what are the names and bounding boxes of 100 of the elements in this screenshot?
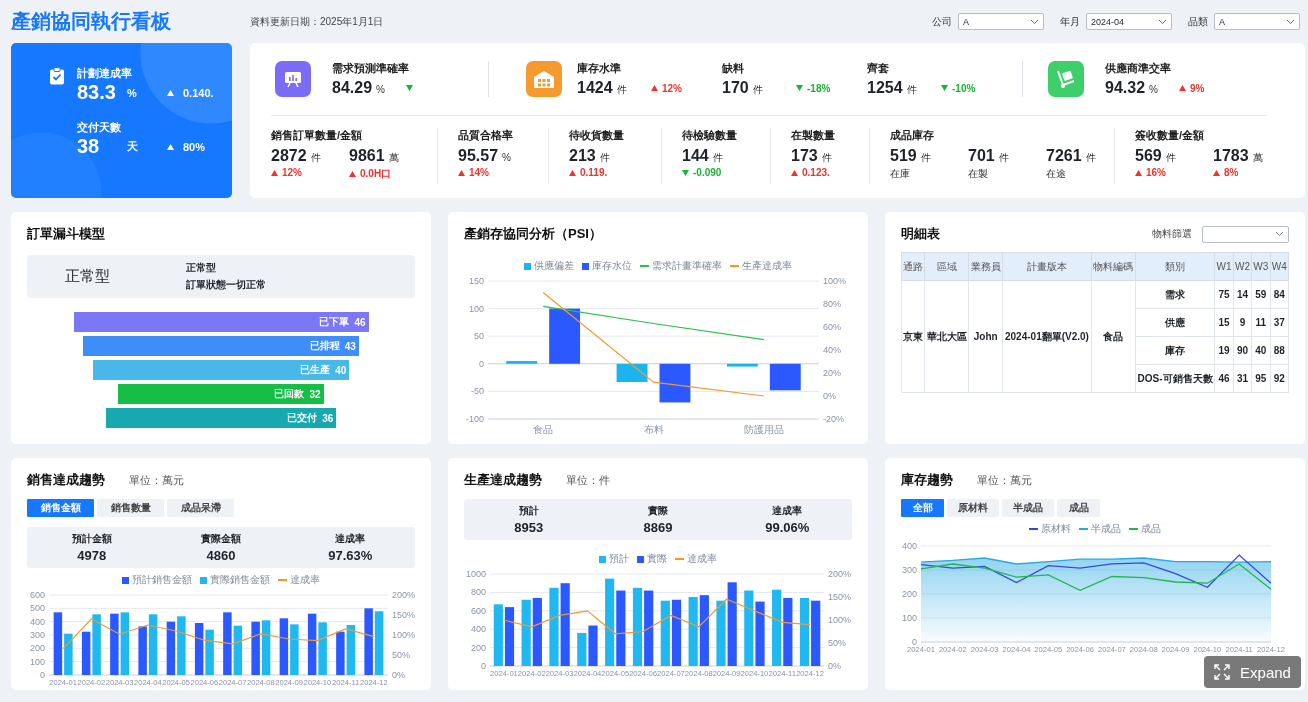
- axis-label: 80%: [823, 299, 841, 309]
- legend-label[interactable]: 生產達成率: [742, 259, 792, 273]
- kpi-unit: 件: [599, 151, 610, 165]
- chart-bar: [364, 608, 373, 675]
- kpi-note: 在製: [968, 167, 988, 181]
- stat-value: 97.63%: [328, 548, 373, 563]
- funnel-label: 已排程: [309, 339, 340, 353]
- filter-select[interactable]: A: [958, 13, 1044, 30]
- metric-label: 交付天數: [77, 120, 122, 135]
- kpi-unit: 萬: [388, 151, 399, 165]
- chart-bar: [588, 625, 598, 666]
- legend-label[interactable]: 達成率: [290, 573, 320, 587]
- kpi-change: 12%: [662, 82, 682, 94]
- axis-label: 150%: [828, 592, 852, 602]
- stat-value: 8869: [643, 520, 673, 535]
- stat-label: 預計金額: [71, 532, 112, 546]
- kpi-value: 569: [1135, 147, 1162, 165]
- tab[interactable]: 銷售金額: [27, 499, 94, 517]
- axis-label: 100: [29, 656, 45, 667]
- kpi-change: 8%: [1224, 167, 1239, 178]
- legend-label[interactable]: 需求計畫準確率: [652, 259, 722, 273]
- chevron-down-icon: [1275, 231, 1284, 237]
- chart-bar: [251, 621, 260, 675]
- legend-label[interactable]: 供應偏差: [534, 259, 574, 273]
- kpi-value: 213: [569, 147, 596, 165]
- funnel-type-name: 正常型: [186, 261, 217, 275]
- tab[interactable]: 成品呆滯: [167, 499, 234, 517]
- panel-title: 銷售達成趨勢: [27, 471, 105, 489]
- kpi-value: 173: [791, 147, 818, 165]
- material-filter-select[interactable]: [1202, 225, 1289, 243]
- legend-label[interactable]: 庫存水位: [592, 259, 632, 273]
- table-cell: 59: [1251, 280, 1271, 309]
- funnel-value: 46: [354, 316, 366, 328]
- legend-label[interactable]: 達成率: [687, 552, 717, 566]
- kpi-unit: 萬: [1252, 151, 1263, 165]
- axis-label: 0: [912, 637, 917, 647]
- kpi-label: 品質合格率: [458, 128, 514, 143]
- kpi-unit: 件: [310, 151, 321, 165]
- table-cell: 華北大區: [925, 280, 969, 393]
- axis-label: 50%: [392, 650, 410, 660]
- axis-label: 0%: [828, 661, 841, 671]
- tab[interactable]: 原材料: [947, 499, 999, 517]
- expand-button[interactable]: Expand: [1204, 656, 1301, 688]
- chart-bar: [671, 599, 682, 666]
- tab[interactable]: 全部: [901, 499, 944, 517]
- axis-label: 1000: [465, 569, 486, 579]
- legend-label[interactable]: 實際銷售金額: [210, 573, 270, 587]
- chevron-down-icon: [1286, 18, 1295, 25]
- kpi-unit: 件: [906, 83, 917, 97]
- filter-select[interactable]: A: [1214, 13, 1300, 30]
- legend-label[interactable]: 半成品: [1091, 522, 1121, 536]
- chart-bar: [688, 597, 698, 666]
- metric-change: 0.140.: [183, 86, 214, 99]
- filter-select[interactable]: 2024-04: [1086, 13, 1172, 30]
- dashboard-title: 產銷協同執行看板: [11, 9, 172, 34]
- tab[interactable]: 成品: [1057, 499, 1100, 517]
- table-cell: 9: [1233, 308, 1252, 337]
- axis-label: 100%: [828, 615, 852, 625]
- axis-label: 防護用品: [743, 424, 784, 435]
- kpi-change: 0.119.: [580, 167, 608, 178]
- legend-label[interactable]: 成品: [1141, 522, 1161, 536]
- chart-bar: [138, 626, 147, 675]
- axis-label: -100: [466, 414, 484, 424]
- filter-label: 公司: [932, 14, 952, 29]
- kpi-unit: 件: [920, 151, 931, 165]
- table-cell: 92: [1270, 364, 1289, 393]
- axis-label: 布料: [643, 424, 664, 435]
- chart-bar: [318, 622, 327, 675]
- legend-label[interactable]: 預計銷售金額: [132, 573, 192, 587]
- tab[interactable]: 銷售數量: [97, 499, 164, 517]
- legend-label[interactable]: 原材料: [1041, 522, 1071, 536]
- axis-label: 600: [470, 605, 486, 616]
- chart-bar: [716, 600, 726, 666]
- kpi-unit: 件: [1165, 151, 1176, 165]
- chart-bar: [783, 597, 793, 666]
- stat-label: 達成率: [772, 504, 803, 518]
- chart-bar: [660, 600, 670, 666]
- legend-label[interactable]: 實際: [647, 552, 667, 566]
- kpi-value: 701: [968, 147, 995, 165]
- stat-label: 實際: [648, 504, 668, 518]
- chart-bar: [493, 604, 503, 666]
- legend-label[interactable]: 預計: [609, 552, 629, 566]
- chart-bar: [799, 597, 810, 666]
- kpi-value: 9861: [349, 147, 385, 165]
- kpi-change: -10%: [952, 82, 976, 94]
- column-header: 通路: [901, 252, 925, 281]
- axis-label: 食品: [533, 424, 554, 435]
- axis-label: 150: [468, 276, 484, 286]
- chart-bar: [261, 620, 271, 675]
- panel-title: 產銷存協同分析（PSI）: [464, 225, 603, 243]
- stat-label: 預計: [518, 504, 539, 518]
- kpi-change: 0.123.: [802, 167, 830, 178]
- chart-bar: [81, 631, 91, 675]
- axis-label: 50%: [828, 638, 846, 648]
- kpi-unit: 件: [752, 83, 763, 97]
- kpi-label: 缺料: [722, 61, 745, 76]
- axis-label: 100%: [392, 630, 416, 640]
- table-cell: 供應: [1135, 308, 1215, 337]
- tab[interactable]: 半成品: [1002, 499, 1054, 517]
- kpi-unit: 件: [821, 151, 832, 165]
